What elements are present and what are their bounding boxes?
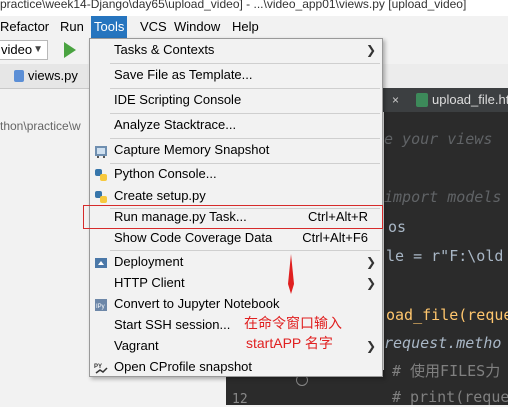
editor-tab-strip: × upload_file.ht <box>380 88 508 112</box>
menu-item-deployment[interactable]: Deployment ❯ <box>90 251 382 273</box>
menu-refactor[interactable]: Refactor <box>0 16 52 38</box>
jupyter-icon: IPy <box>94 297 108 311</box>
menu-bar: Refactor Run Tools VCS Window Help <box>0 16 508 38</box>
menu-item-ide-scripting-console[interactable]: IDE Scripting Console <box>90 89 382 111</box>
menu-item-capture-memory-snapshot[interactable]: Capture Memory Snapshot <box>90 139 382 161</box>
python-icon <box>94 189 108 203</box>
menu-item-label: Python Console... <box>114 166 217 181</box>
menu-item-label: Start SSH session... <box>114 317 231 332</box>
svg-text:IPy: IPy <box>96 304 105 310</box>
run-icon[interactable] <box>64 42 76 58</box>
menu-item-label: Vagrant <box>114 338 159 353</box>
menu-item-label: Analyze Stacktrace... <box>114 117 237 132</box>
editor-tab-views[interactable]: × <box>380 88 408 112</box>
menu-item-label: Show Code Coverage Data <box>114 230 273 245</box>
menu-item-save-template[interactable]: Save File as Template... <box>90 64 382 86</box>
chevron-right-icon: ❯ <box>365 276 376 290</box>
python-file-icon <box>14 70 24 82</box>
code-line: import models <box>384 188 502 206</box>
annotation-line-2: startAPP 名字 <box>246 335 333 351</box>
svg-text:PY: PY <box>94 364 102 370</box>
menu-item-label: Deployment <box>114 254 184 269</box>
menu-item-http-client[interactable]: HTTP Client ❯ <box>90 272 382 294</box>
menu-item-show-code-coverage[interactable]: Show Code Coverage Data Ctrl+Alt+F6 <box>90 227 382 249</box>
annotation-note: 在命令窗口输入 startAPP 名字 <box>244 313 342 353</box>
editor-tab-label: upload_file.ht <box>432 92 508 107</box>
menu-item-open-cprofile[interactable]: PY Open CProfile snapshot <box>90 356 382 378</box>
chevron-down-icon: ▼ <box>33 44 43 55</box>
code-line: os <box>388 218 407 236</box>
menu-window[interactable]: Window <box>171 16 223 38</box>
code-line: # 使用FILES力 <box>392 362 501 380</box>
code-line: request.metho <box>384 334 502 352</box>
annotation-arrow-icon <box>287 254 295 294</box>
menu-item-python-console[interactable]: Python Console... <box>90 163 382 185</box>
menu-vcs[interactable]: VCS <box>137 16 170 38</box>
cprofile-icon: PY <box>94 360 108 374</box>
project-path: thon\practice\w <box>0 119 81 133</box>
menu-item-label: Create setup.py <box>114 188 206 203</box>
chevron-right-icon: ❯ <box>365 255 376 269</box>
menu-tools[interactable]: Tools <box>91 16 128 38</box>
chevron-right-icon: ❯ <box>365 43 376 57</box>
menu-item-label: Save File as Template... <box>114 67 253 82</box>
menu-item-label: HTTP Client <box>114 275 185 290</box>
menu-item-tasks-contexts[interactable]: Tasks & Contexts ❯ <box>90 39 382 61</box>
code-line: e your views <box>384 130 493 148</box>
menu-item-analyze-stacktrace[interactable]: Analyze Stacktrace... <box>90 114 382 136</box>
code-editor[interactable]: e your views import models os le = r"F:\… <box>384 88 508 406</box>
menu-item-label: Open CProfile snapshot <box>114 359 253 374</box>
run-configuration-select[interactable]: video ▼ <box>0 40 48 60</box>
menu-item-label: IDE Scripting Console <box>114 92 242 107</box>
memory-icon <box>94 143 108 158</box>
menu-run[interactable]: Run <box>57 16 87 38</box>
deployment-icon <box>94 255 108 269</box>
code-line: oad_file(reque <box>386 306 508 324</box>
editor-tab-upload-file[interactable]: upload_file.ht <box>416 88 508 112</box>
run-configuration-value: video <box>1 42 33 57</box>
chevron-right-icon: ❯ <box>365 339 376 353</box>
nav-file-label: views.py <box>28 68 78 83</box>
code-line: le = r"F:\old <box>386 247 504 265</box>
nav-file-views[interactable]: views.py <box>0 64 88 88</box>
python-icon <box>94 167 108 181</box>
highlight-box <box>83 205 383 229</box>
menu-item-label: Tasks & Contexts <box>114 42 215 57</box>
menu-item-label: Convert to Jupyter Notebook <box>114 296 280 311</box>
close-icon[interactable]: × <box>392 88 399 112</box>
menu-item-shortcut: Ctrl+Alt+F6 <box>302 230 368 245</box>
menu-item-label: Capture Memory Snapshot <box>114 142 270 157</box>
annotation-line-1: 在命令窗口输入 <box>244 315 342 331</box>
menu-item-create-setup-py[interactable]: Create setup.py <box>90 185 382 207</box>
window-title-bar: practice\week14-Django\day65\upload_vide… <box>0 0 508 16</box>
menu-item-convert-jupyter[interactable]: IPy Convert to Jupyter Notebook <box>90 293 382 315</box>
code-line: # print(reque <box>392 388 508 406</box>
menu-help[interactable]: Help <box>229 16 262 38</box>
window-title: practice\week14-Django\day65\upload_vide… <box>0 0 467 11</box>
html-file-icon <box>416 93 428 107</box>
